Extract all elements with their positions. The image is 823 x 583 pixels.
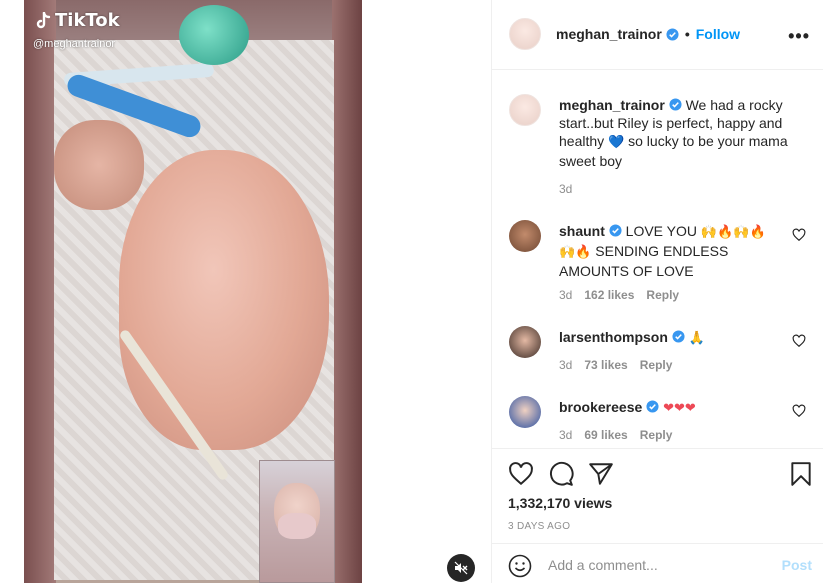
share-paper-plane-icon[interactable]: [588, 461, 614, 487]
video-hand: [54, 120, 144, 210]
muted-speaker-icon: [454, 561, 468, 575]
like-comment-heart-icon[interactable]: [792, 404, 806, 418]
caption-text: meghan_trainor We had a rocky start..but…: [559, 96, 799, 170]
more-options-icon[interactable]: •••: [788, 26, 810, 47]
comment-username[interactable]: brookereese: [559, 399, 642, 415]
comment-likes[interactable]: 162 likes: [584, 288, 634, 302]
video-edge-left: [24, 0, 56, 583]
author-avatar[interactable]: [509, 18, 541, 50]
post-timestamp[interactable]: 3 DAYS AGO: [508, 521, 570, 532]
caption-meta: 3d: [559, 182, 572, 196]
caption-username[interactable]: meghan_trainor: [559, 97, 665, 113]
comment-input[interactable]: [548, 554, 768, 576]
post-side-panel: meghan_trainor • Follow ••• meghan_train…: [491, 0, 823, 583]
comment-likes[interactable]: 69 likes: [584, 428, 627, 442]
comment-meta: 3d 162 likes Reply: [559, 288, 679, 302]
video-picture-in-picture: [259, 460, 335, 583]
comment-emoji-2: 🙌🔥: [559, 245, 592, 260]
header-user-row: meghan_trainor • Follow: [556, 26, 740, 42]
comment-bubble-icon[interactable]: [548, 461, 574, 487]
reply-button[interactable]: Reply: [640, 358, 673, 372]
comment-emoji: 🙌🔥🙌🔥: [700, 225, 766, 240]
header-username[interactable]: meghan_trainor: [556, 26, 662, 42]
like-comment-heart-icon[interactable]: [792, 228, 806, 242]
emoji-picker-icon[interactable]: [508, 554, 532, 578]
comment-username[interactable]: shaunt: [559, 223, 605, 239]
save-bookmark-icon[interactable]: [788, 461, 814, 487]
verified-badge-icon: [646, 400, 659, 413]
verified-badge-icon: [666, 27, 679, 41]
comment-text: larsenthompson 🙏: [559, 328, 799, 348]
verified-badge-icon: [609, 224, 622, 237]
verified-badge-icon: [672, 330, 685, 343]
blue-heart-emoji: 💙: [608, 135, 625, 150]
video-green-bulb: [179, 5, 249, 65]
comment-age: 3d: [559, 358, 573, 372]
tiktok-watermark: TikTok: [35, 10, 120, 31]
comments-list[interactable]: meghan_trainor We had a rocky start..but…: [492, 70, 823, 448]
comment-emoji: ❤❤❤: [663, 401, 696, 416]
follow-button[interactable]: Follow: [696, 26, 740, 42]
comment-body: LOVE YOU: [625, 223, 697, 239]
caption-avatar[interactable]: [509, 94, 541, 126]
comment-meta: 3d 73 likes Reply: [559, 358, 672, 372]
comment-age: 3d: [559, 428, 573, 442]
comment-emoji: 🙏: [688, 331, 705, 346]
post-media-area: TikTok @meghantrainor: [0, 0, 491, 583]
video-edge-right: [332, 0, 362, 583]
tiktok-logo-icon: [36, 11, 51, 28]
comment-text: brookereese ❤❤❤: [559, 398, 799, 418]
tiktok-handle: @meghantrainor: [33, 38, 116, 50]
post-header: meghan_trainor • Follow •••: [492, 0, 823, 70]
commenter-avatar[interactable]: [509, 220, 541, 252]
reply-button[interactable]: Reply: [640, 428, 673, 442]
instagram-post-window: TikTok @meghantrainor meghan_trainor • F…: [0, 0, 823, 583]
verified-badge-icon: [669, 98, 682, 111]
comment-age: 3d: [559, 288, 573, 302]
pip-mask: [278, 513, 316, 539]
add-comment-bar: Post: [492, 543, 823, 583]
commenter-avatar[interactable]: [509, 326, 541, 358]
post-comment-button[interactable]: Post: [782, 557, 812, 573]
post-actions: 1,332,170 views 3 DAYS AGO: [492, 448, 823, 543]
comment-likes[interactable]: 73 likes: [584, 358, 627, 372]
comment-meta: 3d 69 likes Reply: [559, 428, 672, 442]
commenter-avatar[interactable]: [509, 396, 541, 428]
like-heart-icon[interactable]: [508, 461, 534, 487]
mute-button[interactable]: [447, 554, 475, 582]
video-baby: [119, 150, 329, 450]
reply-button[interactable]: Reply: [646, 288, 679, 302]
caption-age: 3d: [559, 182, 573, 196]
tiktok-label: TikTok: [55, 10, 120, 31]
like-comment-heart-icon[interactable]: [792, 334, 806, 348]
view-count[interactable]: 1,332,170 views: [508, 495, 612, 511]
comment-text: shaunt LOVE YOU 🙌🔥🙌🔥 🙌🔥 SENDING ENDLESS …: [559, 222, 799, 280]
post-video[interactable]: [24, 0, 362, 583]
header-separator: •: [684, 26, 690, 42]
comment-username[interactable]: larsenthompson: [559, 329, 668, 345]
